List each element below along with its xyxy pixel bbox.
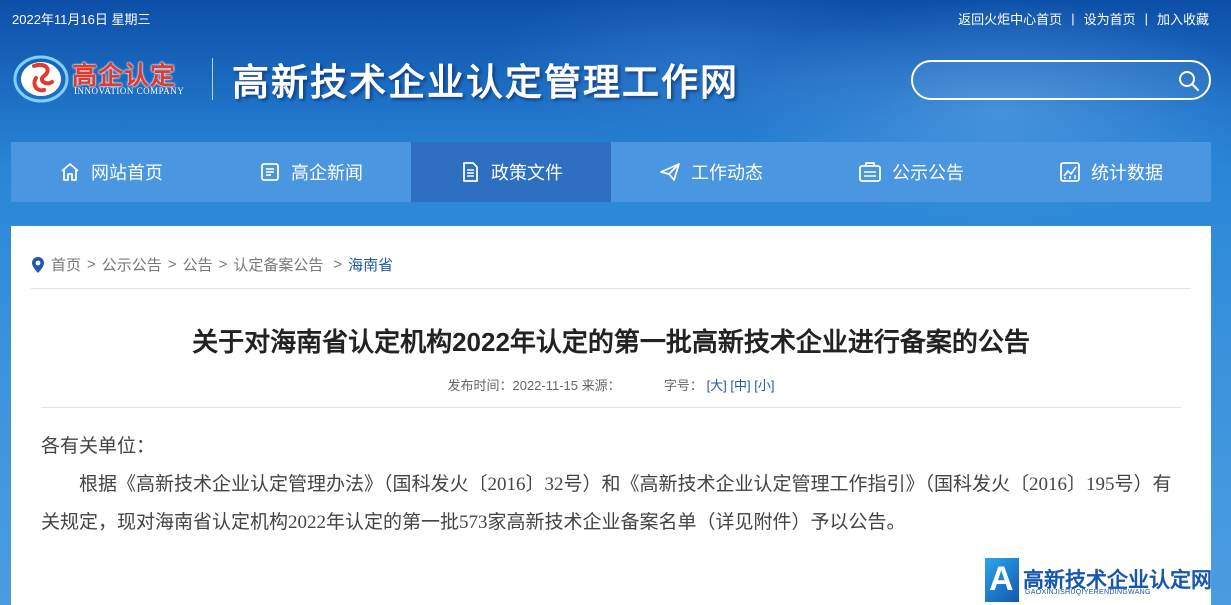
watermark-english-text: GAOXINJISHUQIYERENDINGWANG (1025, 589, 1151, 596)
breadcrumb-separator: > (167, 256, 177, 273)
top-link-separator: | (1071, 11, 1075, 26)
watermark-logo-icon: A (985, 558, 1019, 602)
nav-item-label: 政策文件 (491, 163, 563, 183)
current-date: 2022年11月16日 星期三 (12, 12, 151, 27)
breadcrumb-separator: > (333, 256, 343, 273)
notice-icon (859, 162, 881, 182)
nav-item-policy[interactable]: 政策文件 (411, 142, 611, 202)
font-size-large-button[interactable]: [大] (707, 378, 727, 393)
logo-english-text: INNOVATION COMPANY (74, 86, 185, 96)
breadcrumb-home[interactable]: 首页 (51, 254, 81, 275)
home-icon (61, 163, 79, 181)
font-size-label: 字号： (663, 378, 703, 393)
logo-divider (212, 58, 213, 100)
breadcrumb-filing-notice[interactable]: 认定备案公告 (233, 254, 323, 275)
article-meta: 发布时间：2022-11-15 来源： 字号： [大] [中] [小] (11, 375, 1211, 394)
article-body: 各有关单位： 根据《高新技术企业认定管理办法》（国科发火〔2016〕32号）和《… (41, 428, 1181, 542)
nav-item-statistics[interactable]: 统计数据 (1011, 142, 1211, 202)
search-icon[interactable] (1177, 69, 1201, 93)
breadcrumb-divider (31, 288, 1191, 289)
font-size-medium-button[interactable]: [中] (730, 378, 750, 393)
breadcrumb: 首页 > 公示公告 > 公告 > 认定备案公告 > 海南省 (31, 254, 393, 275)
breadcrumb-public-notice[interactable]: 公示公告 (102, 254, 162, 275)
breadcrumb-separator: > (218, 256, 228, 273)
nav-item-label: 网站首页 (91, 163, 163, 183)
meta-divider (41, 407, 1181, 408)
source-label: 来源： (581, 378, 621, 393)
paper-plane-icon (660, 163, 680, 181)
news-icon (261, 163, 279, 181)
breadcrumb-notice[interactable]: 公告 (183, 254, 213, 275)
nav-item-news[interactable]: 高企新闻 (211, 142, 411, 202)
article-paragraph: 根据《高新技术企业认定管理办法》（国科发火〔2016〕32号）和《高新技术企业认… (41, 474, 1172, 533)
add-favorite-link[interactable]: 加入收藏 (1157, 9, 1209, 28)
nav-item-label: 统计数据 (1091, 163, 1163, 183)
search-box (911, 60, 1211, 100)
nav-item-notice[interactable]: 公示公告 (811, 142, 1011, 202)
article-title: 关于对海南省认定机构2022年认定的第一批高新技术企业进行备案的公告 (192, 327, 1030, 357)
nav-item-label: 公示公告 (892, 163, 964, 183)
font-size-small-button[interactable]: [小] (754, 378, 774, 393)
site-logo[interactable]: 高企认定 INNOVATION COMPANY (12, 52, 212, 106)
search-input[interactable] (927, 68, 1167, 92)
main-nav: 网站首页 高企新闻 政策文件 工作动态 公示公告 统计数据 (11, 142, 1211, 202)
document-icon (463, 162, 478, 182)
back-to-torch-center-link[interactable]: 返回火炬中心首页 (958, 9, 1062, 28)
top-link-separator: | (1144, 11, 1148, 26)
logo-emblem-icon (13, 55, 69, 103)
site-watermark: A 高新技术企业认定网 GAOXINJISHUQIYERENDINGWANG (985, 556, 1231, 605)
breadcrumb-separator: > (87, 256, 96, 273)
chart-icon (1060, 162, 1080, 182)
set-homepage-link[interactable]: 设为首页 (1084, 9, 1136, 28)
nav-item-home[interactable]: 网站首页 (11, 142, 211, 202)
location-pin-icon (32, 256, 44, 273)
top-links: 返回火炬中心首页 | 设为首页 | 加入收藏 (958, 9, 1209, 28)
breadcrumb-current[interactable]: 海南省 (348, 254, 393, 275)
publish-time-label: 发布时间： (447, 378, 513, 393)
nav-item-label: 工作动态 (691, 163, 763, 183)
top-bar: 2022年11月16日 星期三 返回火炬中心首页 | 设为首页 | 加入收藏 (0, 0, 1231, 34)
publish-date: 2022-11-15 (512, 378, 579, 393)
content-panel: 首页 > 公示公告 > 公告 > 认定备案公告 > 海南省 关于对海南省认定机构… (11, 226, 1211, 605)
nav-item-label: 高企新闻 (291, 163, 363, 183)
watermark-letter: A (989, 560, 1014, 598)
nav-item-work[interactable]: 工作动态 (611, 142, 811, 202)
article-salutation: 各有关单位： (41, 436, 156, 457)
site-title: 高新技术企业认定管理工作网 (232, 63, 739, 104)
